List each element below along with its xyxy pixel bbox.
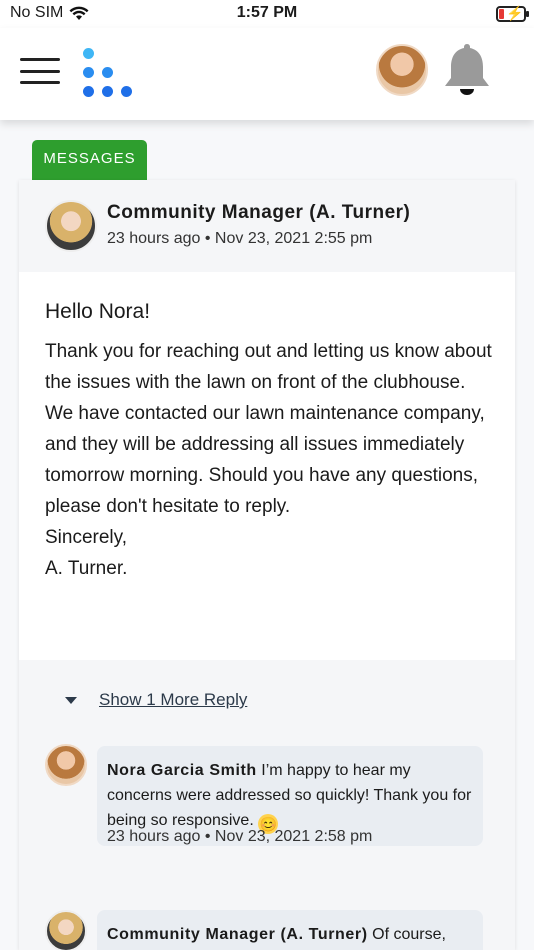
hamburger-menu-icon[interactable] [20,58,60,84]
message-header: Community Manager (A. Turner) 23 hours a… [19,180,515,272]
user-avatar[interactable] [376,44,428,96]
caret-down-icon [65,696,77,704]
message-body: Hello Nora! Thank you for reaching out a… [45,296,495,584]
reply-meta: 23 hours ago • Nov 23, 2021 2:58 pm [107,828,372,846]
app-header [0,28,534,120]
message-signature: A. Turner. [45,558,128,579]
tab-messages[interactable]: MESSAGES [32,140,147,180]
message-paragraph: Thank you for reaching out and letting u… [45,341,492,517]
reply-relative-time: 23 hours ago [107,828,201,845]
message-meta: 23 hours ago • Nov 23, 2021 2:55 pm [107,230,372,248]
author-avatar [45,200,97,252]
meta-separator: • [204,230,211,247]
message-author: Community Manager (A. Turner) [107,202,411,223]
battery-level [499,9,504,19]
charging-icon: ⚡ [506,5,524,21]
message-relative-time: 23 hours ago [107,230,201,247]
reply-text: Of course, [372,926,446,943]
replies-section: Show 1 More Reply Nora Garcia Smith I’m … [19,660,515,950]
status-time: 1:57 PM [236,4,298,21]
reply-avatar [45,744,87,786]
reply-date: Nov 23, 2021 2:58 pm [214,828,373,845]
reply-author: Nora Garcia Smith [107,762,257,779]
message-closing: Sincerely, [45,527,128,548]
message-greeting: Hello Nora! [45,300,151,323]
message-card: Community Manager (A. Turner) 23 hours a… [19,180,515,950]
show-more-replies-label[interactable]: Show 1 More Reply [99,690,247,710]
bell-icon[interactable] [442,42,492,98]
dots-logo-icon[interactable] [80,46,136,102]
message-date: Nov 23, 2021 2:55 pm [214,230,373,247]
status-bar: No SIM 1:57 PM ⚡ [0,0,534,28]
battery-icon: ⚡ [496,5,529,22]
reply-avatar [45,910,87,950]
meta-separator: • [204,828,211,845]
show-more-replies-button[interactable]: Show 1 More Reply [65,690,247,710]
reply-author: Community Manager (A. Turner) [107,926,368,943]
reply-bubble: Community Manager (A. Turner) Of course, [97,910,483,950]
